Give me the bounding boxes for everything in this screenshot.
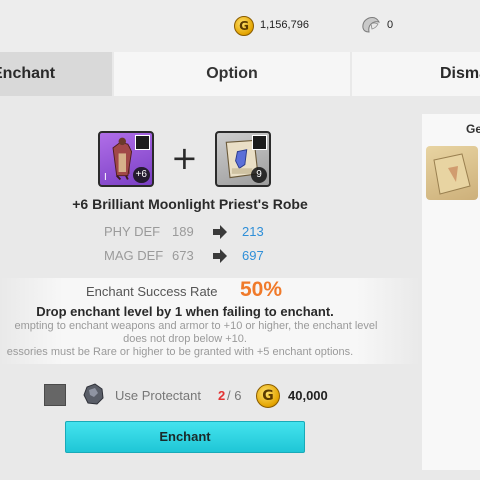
stat-label: MAG DEF [104,248,164,263]
success-rate-value: 50% [240,278,283,301]
protectant-stone-icon [83,383,104,405]
protectant-count: 2 [218,388,226,403]
right-panel-title: Ge [466,122,480,136]
enchant-level-badge: +6 [132,167,150,183]
protectant-max: / 6 [227,388,242,403]
currency-bar: G 1,156,796 0 [0,0,480,52]
item-name: +6 Brilliant Moonlight Priest's Robe [72,196,308,212]
protectant-label: Use Protectant [115,388,201,403]
right-panel: Ge [422,114,480,470]
scroll-slot[interactable]: 9 [215,131,271,187]
scroll-item-icon [433,153,471,195]
tab-option-label: Option [206,65,258,82]
fail-penalty-text: Drop enchant level by 1 when failing to … [36,304,334,319]
tab-enchant[interactable]: Enchant [0,52,112,96]
gold-amount: 1,156,796 [260,19,309,31]
enchant-cost-amount: 40,000 [288,388,328,403]
plus-icon: + [171,139,198,177]
tab-option[interactable]: Option [114,52,350,96]
lock-corner-icon [135,135,150,150]
enchant-note-line: essories must be Rare or higher to be gr… [6,346,354,358]
enchant-button[interactable]: Enchant [65,421,305,453]
stat-new-value: 213 [242,224,264,239]
gold-coin-icon: G [256,384,280,408]
stat-new-value: 697 [242,248,264,263]
inventory-slot[interactable] [426,146,478,200]
enchant-note-line: empting to enchant weapons and armor to … [14,320,378,332]
equipment-level: I [104,172,107,183]
stat-label: PHY DEF [104,224,161,239]
tab-dismantle[interactable]: Disma [352,52,480,96]
arrow-right-icon [213,225,227,239]
tab-dismantle-label: Disma [440,65,480,82]
success-rate-label: Enchant Success Rate [86,284,218,299]
stat-old-value: 189 [172,224,194,239]
scroll-count-badge: 9 [251,167,267,183]
tab-enchant-label: Enchant [0,65,56,82]
gold-coin-icon: G [234,16,254,36]
stat-old-value: 673 [172,248,194,263]
silver-ore-icon [362,17,380,33]
arrow-right-icon [213,249,227,263]
equipment-slot[interactable]: I +6 [98,131,154,187]
lock-corner-icon [252,135,267,150]
silver-amount: 0 [387,19,394,31]
enchant-note-line: does not drop below +10. [123,333,247,345]
protectant-checkbox[interactable] [44,384,66,406]
